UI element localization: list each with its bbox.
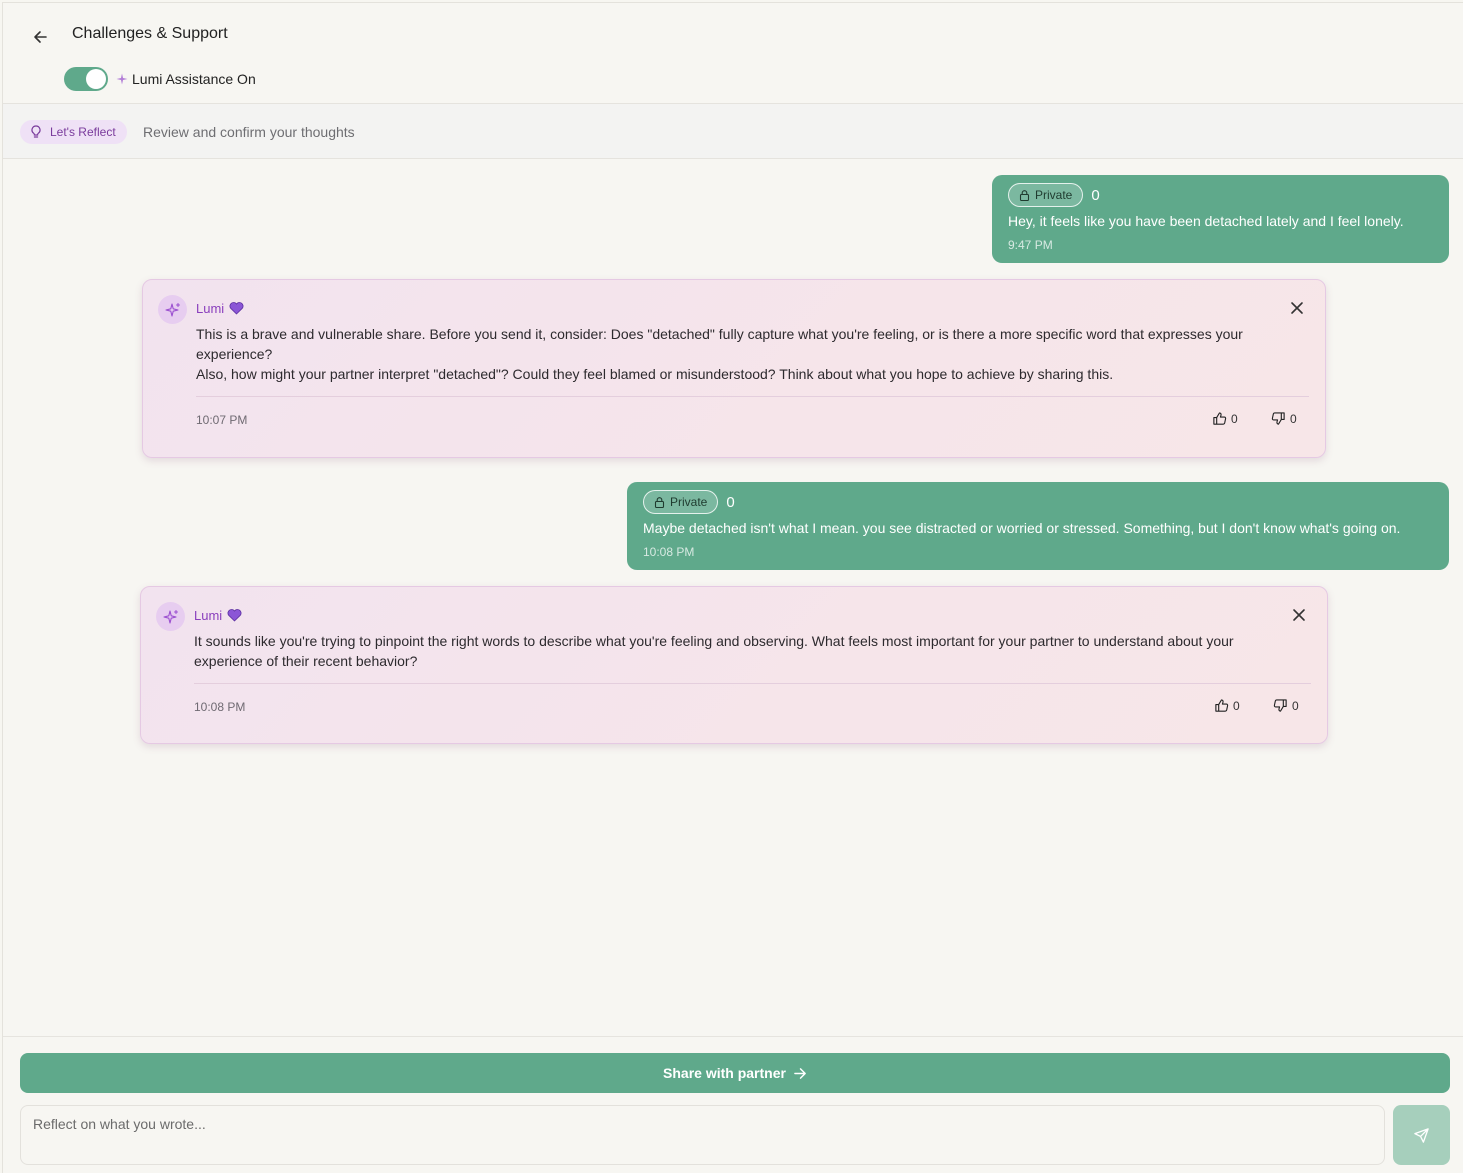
lumi-text: Also, how might your partner interpret "… <box>196 366 1114 382</box>
message-time: 10:08 PM <box>643 545 695 559</box>
footer-divider <box>3 1036 1463 1037</box>
divider <box>194 683 1311 684</box>
message-count: 0 <box>1091 186 1100 204</box>
private-badge: Private <box>1008 183 1084 207</box>
assistant-toggle-label: Lumi Assistance On <box>132 71 256 87</box>
lumi-text: This is a brave and vulnerable share. Be… <box>196 326 1243 362</box>
divider <box>196 396 1309 397</box>
lumi-avatar <box>156 602 185 631</box>
reflection-input[interactable] <box>20 1105 1385 1165</box>
message-time: 9:47 PM <box>1008 238 1053 252</box>
like-count: 0 <box>1233 698 1240 713</box>
lumi-time: 10:07 PM <box>196 413 248 427</box>
toggle-knob <box>86 69 106 89</box>
reflect-pill: Let's Reflect <box>20 120 127 144</box>
header: Challenges & Support Lumi Assistance On <box>3 3 1463 104</box>
lumi-name: Lumi <box>194 608 242 623</box>
back-arrow-icon[interactable] <box>29 26 51 48</box>
like-button[interactable]: 0 <box>1214 698 1240 713</box>
assistant-toggle[interactable] <box>64 67 108 91</box>
reflect-bar: Let's Reflect Review and confirm your th… <box>3 104 1463 159</box>
lumi-name: Lumi <box>196 301 244 316</box>
thumbs-up-icon <box>1215 699 1229 712</box>
lumi-card: Lumi It sounds like you're trying to pin… <box>140 586 1328 744</box>
sparkles-icon <box>162 609 178 624</box>
lumi-name-label: Lumi <box>194 608 223 623</box>
lock-icon <box>1019 189 1030 201</box>
dislike-count: 0 <box>1290 411 1297 426</box>
private-badge-label: Private <box>1035 188 1073 202</box>
lightbulb-icon <box>31 125 41 138</box>
heart-icon <box>229 302 244 315</box>
send-icon <box>1414 1127 1429 1143</box>
reflect-pill-label: Let's Reflect <box>50 125 116 139</box>
user-message: Private 0 Maybe detached isn't what I me… <box>627 482 1449 570</box>
dislike-count: 0 <box>1292 698 1299 713</box>
lumi-card: Lumi This is a brave and vulnerable shar… <box>142 279 1326 458</box>
dislike-button[interactable]: 0 <box>1271 411 1297 426</box>
thumbs-down-icon <box>1271 412 1285 425</box>
like-button[interactable]: 0 <box>1212 411 1238 426</box>
lock-icon <box>654 496 665 508</box>
private-badge-label: Private <box>670 495 708 509</box>
reflect-hint: Review and confirm your thoughts <box>143 124 355 140</box>
heart-icon <box>227 609 242 622</box>
lumi-time: 10:08 PM <box>194 700 246 714</box>
close-icon[interactable] <box>1291 607 1307 623</box>
user-message: Private 0 Hey, it feels like you have be… <box>992 175 1449 263</box>
message-text: Hey, it feels like you have been detache… <box>1008 213 1404 229</box>
sparkles-icon <box>164 302 180 317</box>
private-badge: Private <box>643 490 719 514</box>
app-window: Challenges & Support Lumi Assistance On … <box>2 2 1463 1173</box>
assistant-toggle-row: Lumi Assistance On <box>64 67 256 91</box>
page-title: Challenges & Support <box>72 25 228 42</box>
message-text: Maybe detached isn't what I mean. you se… <box>643 520 1401 536</box>
send-button[interactable] <box>1393 1105 1450 1165</box>
sparkle-icon <box>116 73 128 85</box>
thumbs-down-icon <box>1273 699 1287 712</box>
lumi-avatar <box>158 295 187 324</box>
dislike-button[interactable]: 0 <box>1273 698 1299 713</box>
message-count: 0 <box>726 493 735 511</box>
share-button-label: Share with partner <box>663 1065 786 1081</box>
like-count: 0 <box>1231 411 1238 426</box>
share-with-partner-button[interactable]: Share with partner <box>20 1053 1450 1093</box>
thumbs-up-icon <box>1213 412 1227 425</box>
close-icon[interactable] <box>1289 300 1305 316</box>
arrow-right-icon <box>794 1067 806 1079</box>
lumi-text: It sounds like you're trying to pinpoint… <box>194 633 1234 669</box>
lumi-name-label: Lumi <box>196 301 225 316</box>
